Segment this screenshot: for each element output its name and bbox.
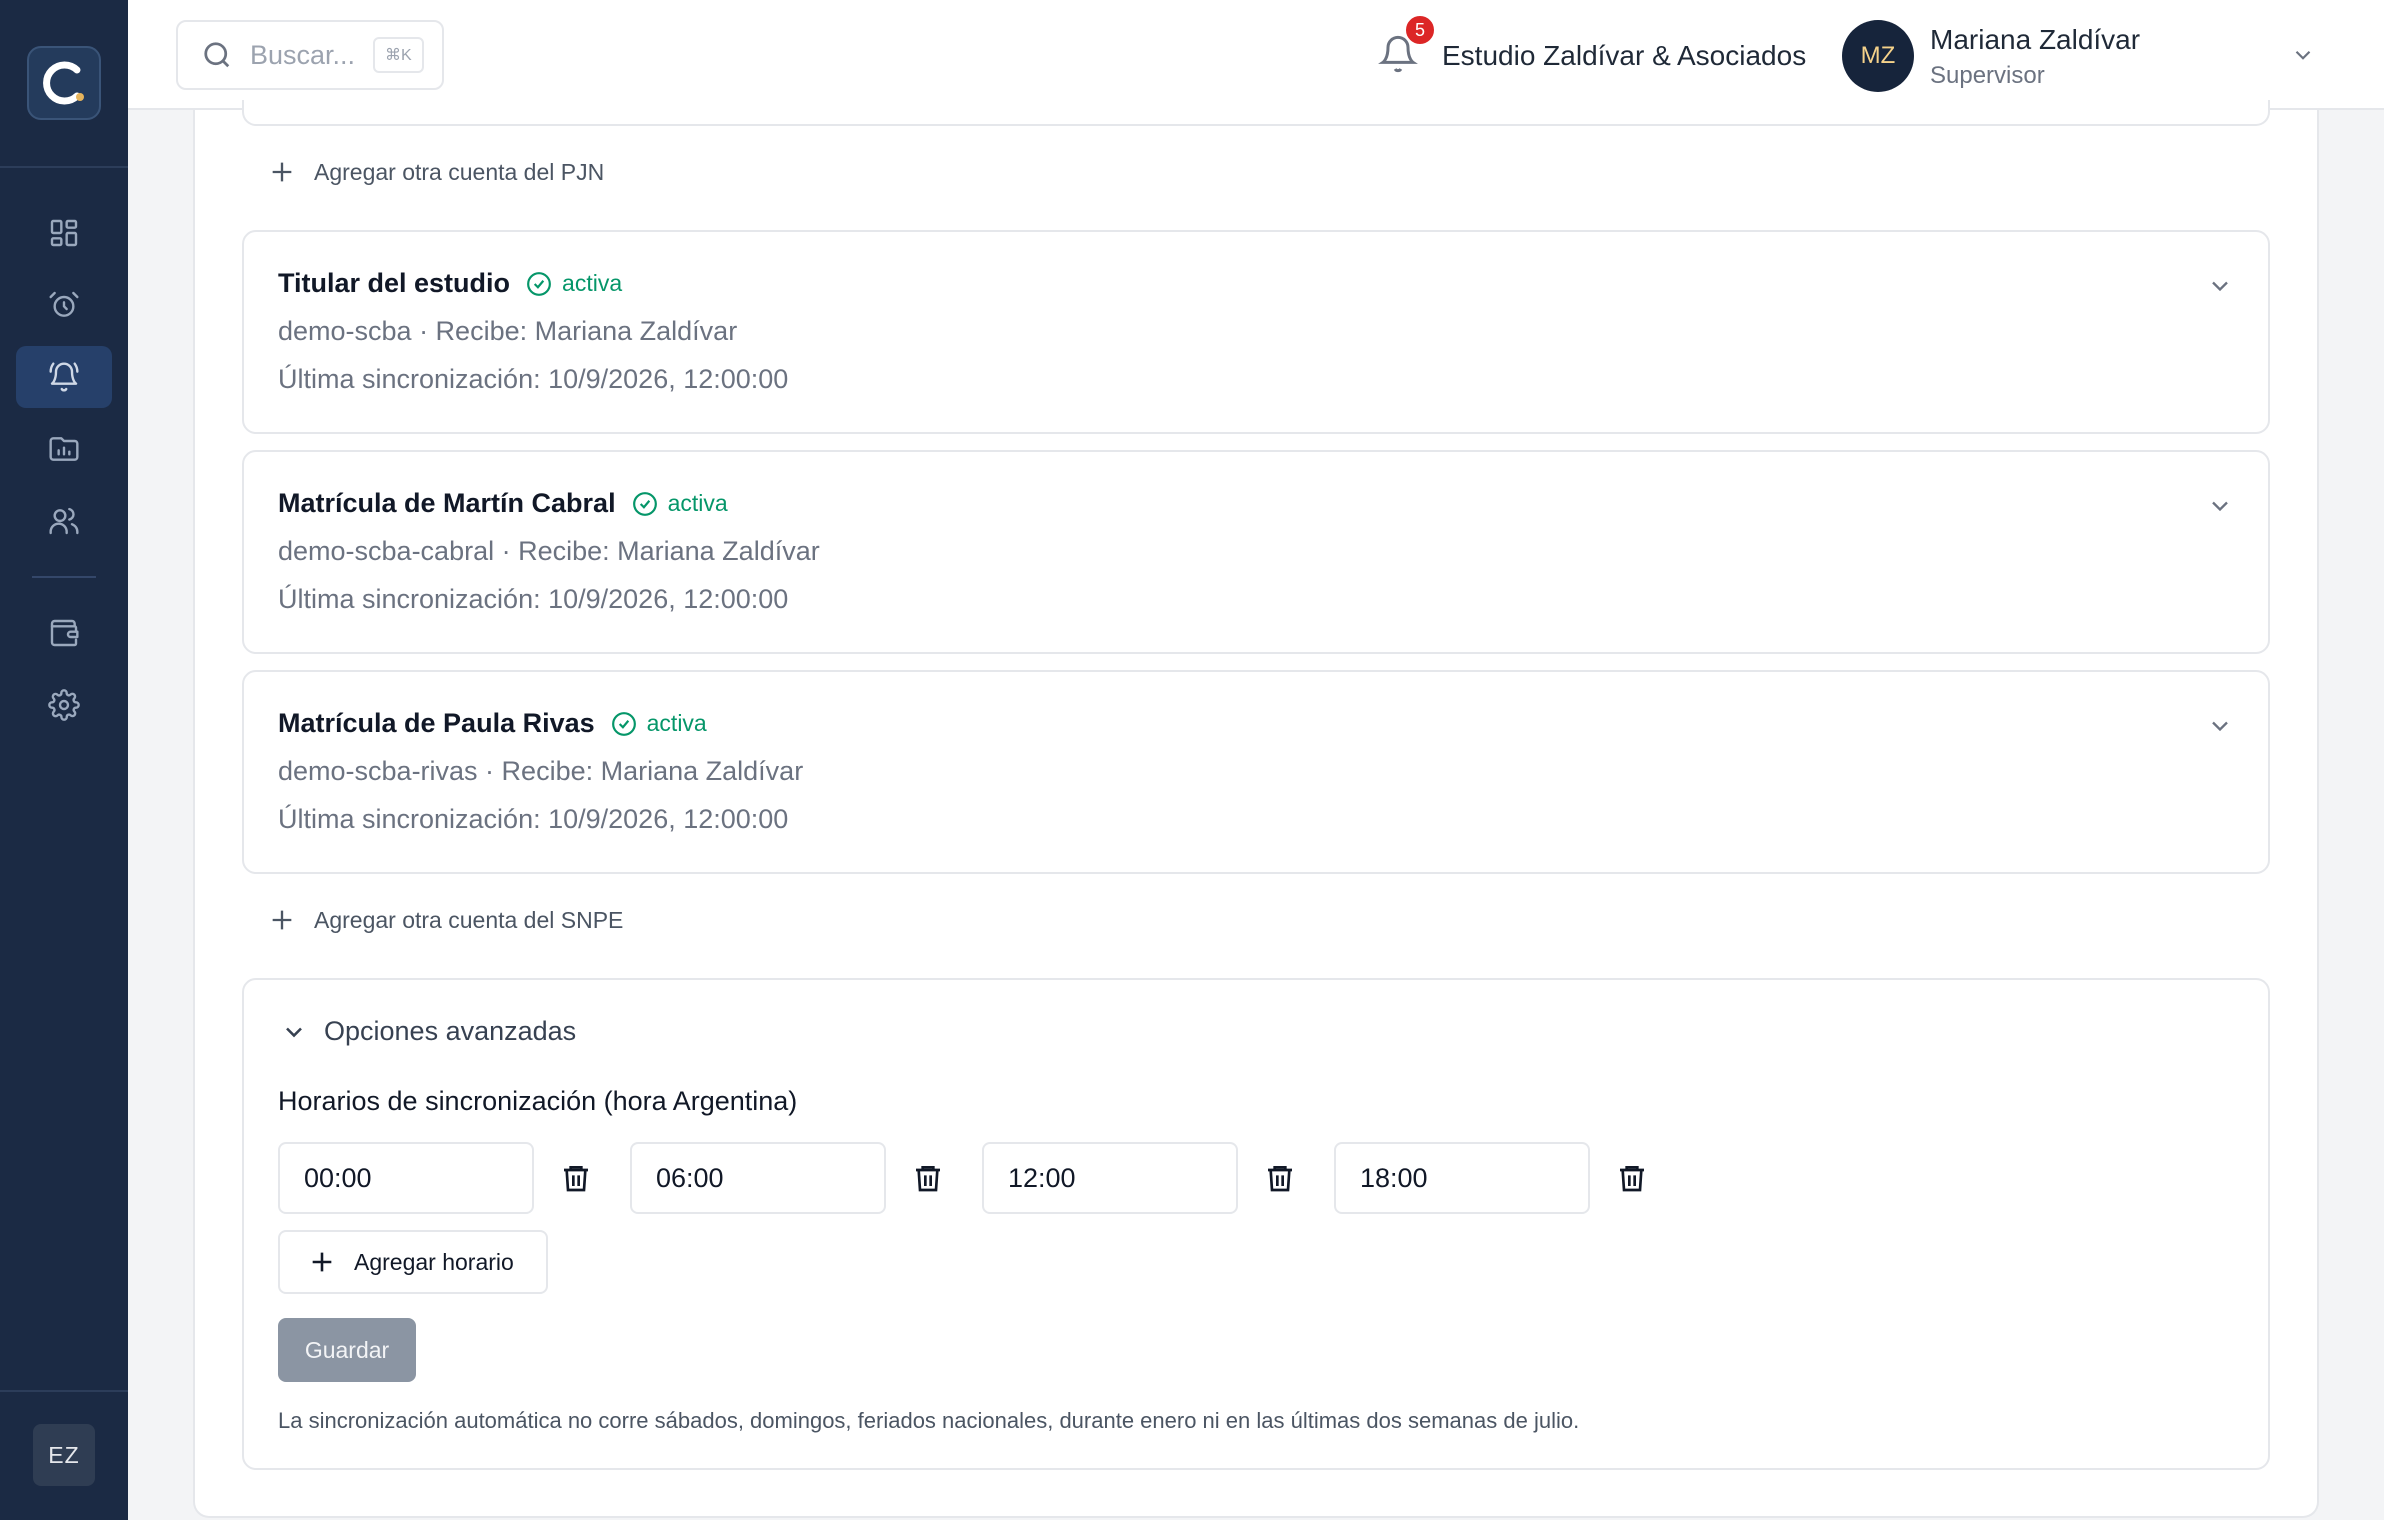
- user-menu-toggle[interactable]: [2290, 42, 2316, 68]
- account-subtitle: demo-scba-cabral · Recibe: Mariana Zaldí…: [278, 536, 820, 566]
- check-circle-icon: [527, 271, 551, 296]
- account-card[interactable]: Matrícula de Paula Rivas activa demo-scb…: [242, 670, 2270, 874]
- add-time-label: Agregar horario: [354, 1248, 514, 1275]
- check-circle-icon: [632, 491, 657, 516]
- nav-separator: [32, 576, 96, 578]
- add-snpe-account-label: Agregar otra cuenta del SNPE: [314, 906, 624, 933]
- delete-time-button[interactable]: [1262, 1160, 1298, 1196]
- time-input[interactable]: [630, 1142, 886, 1214]
- search-placeholder: Buscar...: [250, 39, 356, 70]
- avatar[interactable]: MZ: [1842, 20, 1914, 92]
- status-text: activa: [667, 490, 728, 516]
- dashboard-icon: [50, 219, 78, 247]
- nav-clients[interactable]: [16, 490, 112, 552]
- search-input[interactable]: Buscar... ⌘K: [176, 20, 444, 90]
- time-input[interactable]: [278, 1142, 534, 1214]
- chevron-down-icon: [286, 1027, 302, 1037]
- user-name[interactable]: Mariana Zaldívar: [1930, 24, 2140, 56]
- account-last-sync: Última sincronización: 10/9/2026, 12:00:…: [278, 584, 789, 614]
- status-text: activa: [646, 710, 707, 736]
- nav-billing[interactable]: [16, 602, 112, 664]
- account-title: Matrícula de Martín Cabral activa: [278, 488, 728, 519]
- sidebar-divider: [0, 166, 128, 168]
- account-title-text: Titular del estudio: [278, 268, 511, 298]
- bell-ring-icon: [49, 362, 79, 392]
- account-expand-toggle[interactable]: [2206, 712, 2234, 740]
- time-input[interactable]: [982, 1142, 1238, 1214]
- trash-icon: [564, 1166, 588, 1192]
- add-snpe-account-link[interactable]: Agregar otra cuenta del SNPE: [268, 906, 623, 934]
- advanced-options-card: Opciones avanzadas Horarios de sincroniz…: [242, 978, 2270, 1470]
- advanced-options-label: Opciones avanzadas: [324, 1016, 577, 1046]
- delete-time-button[interactable]: [558, 1160, 594, 1196]
- save-button[interactable]: Guardar: [278, 1318, 416, 1382]
- chevron-down-icon: [2295, 50, 2311, 60]
- nav-deadlines[interactable]: [16, 274, 112, 336]
- c-logo-icon[interactable]: [27, 46, 101, 120]
- search-icon: [204, 42, 230, 68]
- schedule-label: Horarios de sincronización (hora Argenti…: [278, 1086, 798, 1116]
- pjn-account-card-partial: [242, 100, 2270, 126]
- status-badge: activa: [632, 490, 728, 517]
- delete-time-button[interactable]: [910, 1160, 946, 1196]
- trash-icon: [916, 1166, 940, 1192]
- sidebar: EZ: [0, 0, 128, 1520]
- account-card[interactable]: Matrícula de Martín Cabral activa demo-s…: [242, 450, 2270, 654]
- account-last-sync: Última sincronización: 10/9/2026, 12:00:…: [278, 364, 789, 394]
- sync-note: La sincronización automática no corre sá…: [278, 1408, 1580, 1433]
- account-subtitle: demo-scba-rivas · Recibe: Mariana Zaldív…: [278, 756, 804, 786]
- account-card[interactable]: Titular del estudio activa demo-scba · R…: [242, 230, 2270, 434]
- sidebar-divider: [0, 1390, 128, 1392]
- account-expand-toggle[interactable]: [2206, 272, 2234, 300]
- users-icon: [49, 507, 79, 535]
- nav-cases[interactable]: [16, 418, 112, 480]
- nav-notifications[interactable]: [16, 346, 112, 408]
- add-pjn-account-label: Agregar otra cuenta del PJN: [314, 158, 605, 185]
- nav-settings[interactable]: [16, 674, 112, 736]
- account-title-text: Matrícula de Martín Cabral: [278, 488, 616, 518]
- chevron-down-icon: [2212, 501, 2228, 512]
- account-title: Titular del estudio activa: [278, 268, 622, 299]
- account-subtitle: demo-scba · Recibe: Mariana Zaldívar: [278, 316, 738, 346]
- status-text: activa: [562, 270, 623, 296]
- advanced-options-toggle[interactable]: Opciones avanzadas: [280, 1016, 576, 1047]
- account-title: Matrícula de Paula Rivas activa: [278, 708, 707, 739]
- plus-icon: [272, 162, 292, 182]
- notifications-count-badge: 5: [1404, 14, 1436, 46]
- account-title-text: Matrícula de Paula Rivas: [278, 708, 595, 738]
- search-shortcut: ⌘K: [373, 37, 424, 73]
- settings-icon: [48, 689, 80, 721]
- wallet-icon: [50, 619, 79, 647]
- plus-icon: [272, 910, 292, 930]
- time-input[interactable]: [1334, 1142, 1590, 1214]
- status-badge: activa: [526, 270, 622, 297]
- folder-chart-icon: [49, 437, 79, 461]
- trash-icon: [1620, 1166, 1644, 1192]
- nav-dashboard[interactable]: [16, 202, 112, 264]
- add-time-button[interactable]: Agregar horario: [278, 1230, 548, 1294]
- check-circle-icon: [611, 711, 636, 736]
- user-role: Supervisor: [1930, 62, 2045, 89]
- account-last-sync: Última sincronización: 10/9/2026, 12:00:…: [278, 804, 789, 834]
- account-expand-toggle[interactable]: [2206, 492, 2234, 520]
- status-badge: activa: [611, 710, 707, 737]
- chevron-down-icon: [2212, 281, 2228, 292]
- delete-time-button[interactable]: [1614, 1160, 1650, 1196]
- plus-icon: [312, 1252, 332, 1272]
- sidebar-user-badge[interactable]: EZ: [33, 1424, 95, 1486]
- studio-name[interactable]: Estudio Zaldívar & Asociados: [1442, 40, 1806, 72]
- alarm-clock-icon: [49, 291, 79, 317]
- chevron-down-icon: [2212, 721, 2228, 732]
- trash-icon: [1268, 1166, 1292, 1192]
- add-pjn-account-link[interactable]: Agregar otra cuenta del PJN: [268, 158, 604, 186]
